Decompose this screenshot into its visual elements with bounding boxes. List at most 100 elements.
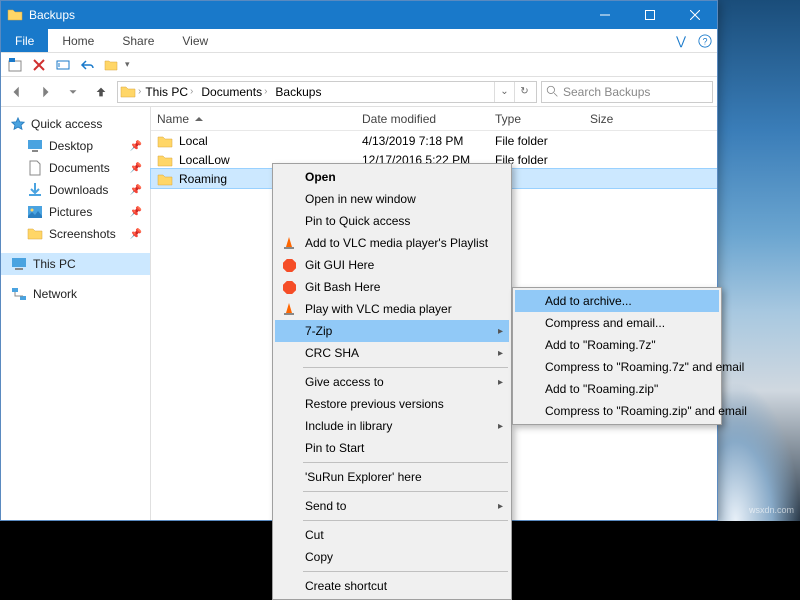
titlebar[interactable]: Backups bbox=[1, 1, 717, 29]
back-button[interactable] bbox=[5, 80, 29, 104]
crumb-documents[interactable]: Documents› bbox=[197, 82, 271, 102]
folder-icon bbox=[157, 153, 173, 167]
maximize-button[interactable] bbox=[627, 1, 672, 29]
recent-dropdown[interactable] bbox=[61, 80, 85, 104]
downloads-icon bbox=[27, 182, 43, 198]
qat-delete-icon[interactable] bbox=[29, 55, 49, 75]
menu-cut[interactable]: Cut bbox=[275, 524, 509, 546]
folder-icon bbox=[120, 84, 136, 100]
folder-icon bbox=[7, 7, 23, 23]
column-date[interactable]: Date modified bbox=[356, 112, 489, 126]
column-name[interactable]: Name bbox=[151, 112, 356, 126]
qat-new-folder-icon[interactable] bbox=[101, 55, 121, 75]
crumb-backups[interactable]: Backups bbox=[271, 82, 325, 102]
ribbon-expand-icon[interactable]: ⋁ bbox=[669, 34, 693, 48]
window-title: Backups bbox=[29, 8, 582, 22]
ribbon-tabs: File Home Share View ⋁ ? bbox=[1, 29, 717, 53]
menu-separator bbox=[303, 571, 508, 572]
menu-7zip[interactable]: 7-Zip▸ bbox=[275, 320, 509, 342]
table-row[interactable]: Local 4/13/2019 7:18 PM File folder bbox=[151, 131, 717, 150]
submenu-compress-7z-email[interactable]: Compress to "Roaming.7z" and email bbox=[515, 356, 719, 378]
address-bar: › This PC› Documents› Backups ⌄ ↻ Search… bbox=[1, 77, 717, 107]
close-button[interactable] bbox=[672, 1, 717, 29]
search-placeholder: Search Backups bbox=[563, 85, 650, 99]
documents-icon bbox=[27, 160, 43, 176]
help-icon[interactable]: ? bbox=[693, 34, 717, 48]
menu-vlc-playlist[interactable]: Add to VLC media player's Playlist bbox=[275, 232, 509, 254]
menu-include-library[interactable]: Include in library▸ bbox=[275, 415, 509, 437]
submenu-add-7z[interactable]: Add to "Roaming.7z" bbox=[515, 334, 719, 356]
chevron-right-icon: ▸ bbox=[498, 377, 503, 388]
pin-icon: 📌 bbox=[130, 207, 142, 218]
menu-vlc-play[interactable]: Play with VLC media player bbox=[275, 298, 509, 320]
forward-button[interactable] bbox=[33, 80, 57, 104]
menu-crc-sha[interactable]: CRC SHA▸ bbox=[275, 342, 509, 364]
sidebar-item-this-pc[interactable]: This PC bbox=[1, 253, 150, 275]
chevron-right-icon: ▸ bbox=[498, 501, 503, 512]
chevron-right-icon: ▸ bbox=[498, 421, 503, 432]
up-button[interactable] bbox=[89, 80, 113, 104]
tab-view[interactable]: View bbox=[168, 29, 222, 52]
minimize-button[interactable] bbox=[582, 1, 627, 29]
sidebar-item-desktop[interactable]: Desktop📌 bbox=[1, 135, 150, 157]
vlc-icon bbox=[281, 301, 297, 317]
file-tab[interactable]: File bbox=[1, 29, 48, 52]
network-icon bbox=[11, 286, 27, 302]
column-size[interactable]: Size bbox=[584, 112, 664, 126]
menu-git-bash[interactable]: Git Bash Here bbox=[275, 276, 509, 298]
qat-rename-icon[interactable] bbox=[53, 55, 73, 75]
menu-pin-start[interactable]: Pin to Start bbox=[275, 437, 509, 459]
qat-properties-icon[interactable] bbox=[5, 55, 25, 75]
menu-give-access[interactable]: Give access to▸ bbox=[275, 371, 509, 393]
sidebar-item-pictures[interactable]: Pictures📌 bbox=[1, 201, 150, 223]
folder-icon bbox=[157, 172, 173, 186]
folder-icon bbox=[27, 226, 43, 242]
git-icon bbox=[281, 257, 297, 273]
refresh-button[interactable]: ↻ bbox=[514, 82, 534, 102]
tab-home[interactable]: Home bbox=[48, 29, 108, 52]
star-icon bbox=[11, 117, 25, 131]
sidebar-item-screenshots[interactable]: Screenshots📌 bbox=[1, 223, 150, 245]
sidebar-item-downloads[interactable]: Downloads📌 bbox=[1, 179, 150, 201]
menu-pin-quick-access[interactable]: Pin to Quick access bbox=[275, 210, 509, 232]
pin-icon: 📌 bbox=[130, 141, 142, 152]
desktop-background bbox=[718, 0, 800, 521]
column-type[interactable]: Type bbox=[489, 112, 584, 126]
menu-send-to[interactable]: Send to▸ bbox=[275, 495, 509, 517]
submenu-add-archive[interactable]: Add to archive... bbox=[515, 290, 719, 312]
menu-surun[interactable]: 'SuRun Explorer' here bbox=[275, 466, 509, 488]
quick-access-header[interactable]: Quick access bbox=[1, 113, 150, 135]
menu-open-new-window[interactable]: Open in new window bbox=[275, 188, 509, 210]
navigation-pane: Quick access Desktop📌 Documents📌 Downloa… bbox=[1, 107, 151, 520]
qat-undo-icon[interactable] bbox=[77, 55, 97, 75]
menu-open[interactable]: Open bbox=[275, 166, 509, 188]
watermark: wsxdn.com bbox=[749, 505, 794, 515]
sidebar-item-network[interactable]: Network bbox=[1, 283, 150, 305]
chevron-right-icon: ▸ bbox=[498, 348, 503, 359]
breadcrumb[interactable]: › This PC› Documents› Backups ⌄ ↻ bbox=[117, 81, 537, 103]
breadcrumb-dropdown[interactable]: ⌄ bbox=[494, 82, 514, 102]
menu-separator bbox=[303, 462, 508, 463]
menu-separator bbox=[303, 367, 508, 368]
menu-git-gui[interactable]: Git GUI Here bbox=[275, 254, 509, 276]
menu-create-shortcut[interactable]: Create shortcut bbox=[275, 575, 509, 597]
tab-share[interactable]: Share bbox=[108, 29, 168, 52]
pc-icon bbox=[11, 256, 27, 272]
menu-separator bbox=[303, 491, 508, 492]
qat-customize-dropdown[interactable]: ▾ bbox=[125, 59, 130, 70]
pin-icon: 📌 bbox=[130, 163, 142, 174]
desktop-icon bbox=[27, 138, 43, 154]
menu-restore-previous[interactable]: Restore previous versions bbox=[275, 393, 509, 415]
submenu-compress-zip-email[interactable]: Compress to "Roaming.zip" and email bbox=[515, 400, 719, 422]
menu-copy[interactable]: Copy bbox=[275, 546, 509, 568]
pictures-icon bbox=[27, 204, 43, 220]
chevron-right-icon: ▸ bbox=[498, 326, 503, 337]
context-submenu-7zip: Add to archive... Compress and email... … bbox=[512, 287, 722, 425]
sidebar-item-documents[interactable]: Documents📌 bbox=[1, 157, 150, 179]
git-icon bbox=[281, 279, 297, 295]
search-input[interactable]: Search Backups bbox=[541, 81, 713, 103]
crumb-this-pc[interactable]: This PC› bbox=[141, 82, 197, 102]
submenu-compress-email[interactable]: Compress and email... bbox=[515, 312, 719, 334]
quick-access-toolbar: ▾ bbox=[1, 53, 717, 77]
submenu-add-zip[interactable]: Add to "Roaming.zip" bbox=[515, 378, 719, 400]
